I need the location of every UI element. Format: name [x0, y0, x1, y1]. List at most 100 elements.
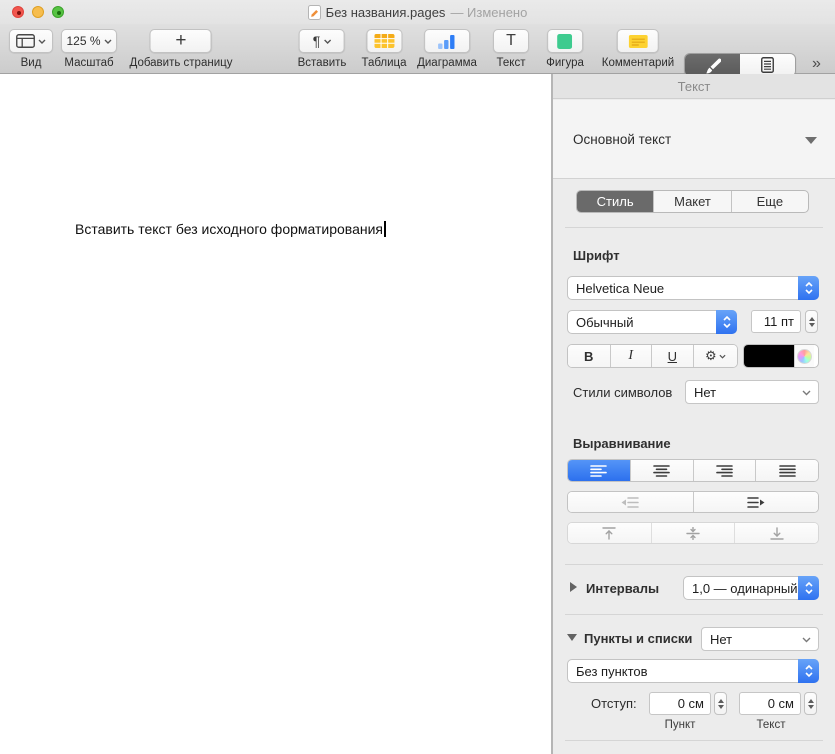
popup-stepper-icon: [798, 659, 819, 683]
underline-button[interactable]: U: [652, 345, 694, 367]
tab-more[interactable]: Еще: [732, 191, 808, 212]
font-style-value: Обычный: [568, 315, 633, 330]
minimize-button[interactable]: [32, 6, 44, 18]
chart-button[interactable]: [424, 29, 470, 53]
close-button[interactable]: [12, 6, 24, 18]
shape-button[interactable]: [547, 29, 583, 53]
valign-top-button[interactable]: [568, 523, 652, 543]
tab-layout[interactable]: Макет: [654, 191, 731, 212]
paintbrush-icon: [704, 57, 721, 74]
font-family-popup[interactable]: Helvetica Neue: [567, 276, 819, 300]
divider: [565, 227, 823, 228]
add-page-button[interactable]: +: [150, 29, 212, 53]
indent-text-sublabel: Текст: [757, 719, 786, 731]
spacing-value: 1,0 — одинарный: [684, 581, 798, 596]
char-styles-dropdown[interactable]: Нет: [685, 380, 819, 404]
align-center-icon: [653, 465, 670, 477]
lists-disclosure-icon[interactable]: [567, 634, 577, 641]
zoom-button[interactable]: 125 %: [61, 29, 117, 53]
text-button[interactable]: T: [493, 29, 529, 53]
table-button[interactable]: [366, 29, 402, 53]
char-styles-label: Стили символов: [573, 385, 672, 400]
tab-style[interactable]: Стиль: [577, 191, 654, 212]
zoom-window-button[interactable]: [52, 6, 64, 18]
popup-stepper-icon: [716, 310, 737, 334]
format-inspector: Текст Основной текст Стиль Макет Еще Шри…: [553, 74, 835, 754]
indent-text-stepper[interactable]: [804, 692, 817, 715]
list-style-popup[interactable]: Без пунктов: [567, 659, 819, 683]
align-center-button[interactable]: [631, 460, 694, 481]
pages-window: Без названия.pages — Изменено Вид 125 % …: [0, 0, 835, 754]
window-controls: [12, 6, 64, 18]
font-size-stepper[interactable]: [805, 310, 818, 333]
spacing-label: Интервалы: [586, 581, 659, 596]
text-T-icon: T: [506, 32, 516, 50]
bold-button[interactable]: B: [568, 345, 611, 367]
inspector-tabs: Стиль Макет Еще: [576, 190, 809, 213]
indent-icon: [747, 497, 765, 508]
indent-text-field[interactable]: 0 см: [739, 692, 801, 715]
align-justify-button[interactable]: [756, 460, 818, 481]
paragraph-style-name: Основной текст: [573, 132, 671, 147]
gear-icon: ⚙: [705, 348, 717, 364]
toolbar-item-view: Вид: [9, 29, 53, 69]
indent-text-value: 0 см: [768, 696, 794, 711]
inspector-header-title: Текст: [678, 79, 711, 94]
indent-point-value: 0 см: [678, 696, 704, 711]
toolbar: Вид 125 % Масштаб + Добавить страницу ¶ …: [0, 24, 835, 74]
valign-middle-button[interactable]: [652, 523, 736, 543]
align-left-button[interactable]: [568, 460, 631, 481]
chevron-down-icon: [323, 39, 331, 44]
valign-bottom-button[interactable]: [735, 523, 818, 543]
table-label: Таблица: [361, 57, 406, 69]
font-size-field[interactable]: 11 пт: [751, 310, 801, 333]
spacing-popup[interactable]: 1,0 — одинарный: [683, 576, 819, 600]
valign-bottom-icon: [770, 527, 784, 540]
bar-chart-icon: [438, 34, 457, 49]
toolbar-overflow-chevrons[interactable]: »: [812, 55, 819, 73]
indent-point-stepper[interactable]: [714, 692, 727, 715]
document-text: Вставить текст без исходного форматирова…: [75, 221, 383, 237]
advanced-options-button[interactable]: ⚙: [694, 345, 737, 367]
comment-button[interactable]: [617, 29, 659, 53]
indent-label: Отступ:: [591, 696, 637, 711]
paragraph-style-row[interactable]: Основной текст: [553, 100, 835, 179]
italic-button[interactable]: I: [611, 345, 653, 367]
text-label: Текст: [497, 57, 526, 69]
document-canvas[interactable]: Вставить текст без исходного форматирова…: [0, 74, 551, 754]
align-left-icon: [590, 465, 607, 477]
view-button[interactable]: [9, 29, 53, 53]
zoom-label: Масштаб: [64, 57, 113, 69]
titlebar: Без названия.pages — Изменено: [0, 0, 835, 24]
vertical-align-buttons: [567, 522, 819, 544]
decrease-indent-button[interactable]: [568, 492, 694, 512]
insert-button[interactable]: ¶: [299, 29, 345, 53]
color-picker-button[interactable]: [794, 345, 814, 367]
lists-dropdown[interactable]: Нет: [701, 627, 819, 651]
color-wheel-icon: [797, 349, 812, 364]
bold-glyph: B: [584, 349, 593, 364]
document-text-line[interactable]: Вставить текст без исходного форматирова…: [75, 221, 386, 237]
text-cursor: [384, 221, 386, 237]
increase-indent-button[interactable]: [694, 492, 819, 512]
font-format-buttons: B I U ⚙: [567, 344, 738, 368]
edited-dot-icon: [17, 11, 21, 15]
align-justify-icon: [779, 465, 796, 477]
stepper-down-icon: [809, 323, 815, 327]
paragraph-style-disclosure-icon[interactable]: [805, 137, 817, 144]
font-style-popup[interactable]: Обычный: [567, 310, 737, 334]
format-button[interactable]: [685, 54, 740, 76]
indent-point-field[interactable]: 0 см: [649, 692, 711, 715]
paragraph-icon: ¶: [313, 33, 321, 49]
alignment-section-label: Выравнивание: [573, 436, 671, 451]
toolbar-item-chart: Диаграмма: [417, 29, 477, 69]
toolbar-item-add-page: + Добавить страницу: [130, 29, 233, 69]
chevron-down-icon: [38, 39, 46, 44]
italic-glyph: I: [628, 348, 633, 364]
font-color-swatch[interactable]: [744, 345, 794, 367]
align-right-button[interactable]: [694, 460, 757, 481]
document-title: Без названия.pages: [326, 5, 446, 20]
spacing-disclosure-icon[interactable]: [570, 582, 577, 592]
document-button[interactable]: [740, 54, 795, 76]
stepper-up-icon: [809, 317, 815, 321]
